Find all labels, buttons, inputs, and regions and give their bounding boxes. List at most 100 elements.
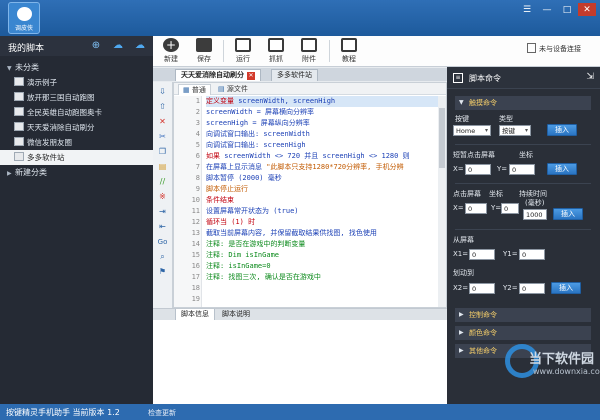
tab-source-view[interactable]: ▤ 源文件 (214, 84, 252, 95)
tap-y-label: Y= (497, 165, 508, 173)
line-number: 15 (191, 251, 200, 259)
code-line[interactable]: 注释: isInGame=0 (206, 261, 271, 272)
command-panel-header: ≡ 脚本命令 ⇲ (447, 67, 600, 89)
tree-item[interactable]: 放开那三国自动跑图 (0, 90, 153, 105)
code-line[interactable]: 注释: Dim isInGame (206, 250, 279, 261)
code-line[interactable]: screenHigh = 屏幕纵向分辨率 (206, 118, 310, 129)
tree-item[interactable]: 天天爱消除自动刷分 (0, 120, 153, 135)
code-line[interactable]: 脚本停止运行 (206, 184, 248, 195)
code-token: 在屏幕上显示消息 (206, 163, 267, 171)
insert-tap-button[interactable]: 插入 (547, 163, 577, 175)
copy-icon[interactable]: ❐ (157, 147, 169, 157)
section-control[interactable]: ▶ 控制命令 (455, 308, 591, 322)
type-select[interactable]: 按键 (499, 125, 531, 136)
code-line[interactable]: 脚本暂停 (2000) 毫秒 (206, 173, 282, 184)
tap-x-input[interactable]: 0 (465, 164, 491, 175)
close-button[interactable]: ✕ (578, 3, 596, 16)
code-line[interactable]: 条件结束 (206, 195, 234, 206)
tab-active-script[interactable]: 天天爱消除自动刷分 ✕ (175, 69, 261, 81)
swipe-y2-input[interactable]: 0 (519, 283, 545, 294)
comment-icon[interactable]: // (157, 177, 169, 187)
code-line[interactable]: 如果 screenWidth <> 720 并且 screenHigh <> 1… (206, 151, 410, 162)
tab-close-icon[interactable]: ✕ (247, 72, 255, 80)
tree-item[interactable]: 全民英雄自动跑图奥卡 (0, 105, 153, 120)
code-line[interactable]: screenWidth = 屏幕横向分辨率 (206, 107, 314, 118)
code-line[interactable]: 截取当前屏幕内容, 并保留截取结果供找图, 找色使用 (206, 228, 377, 239)
insert-press-button[interactable]: 插入 (553, 208, 583, 220)
hold-duration-input[interactable]: 1000 (523, 209, 547, 220)
tree-item-label: 放开那三国自动跑图 (27, 93, 95, 102)
script-file-icon (14, 107, 24, 116)
press-x-input[interactable]: 0 (465, 203, 487, 214)
tree-item-selected[interactable]: 多多软件站 (0, 150, 153, 165)
tree-item-label: 微信发朋友圈 (27, 138, 72, 147)
section-divider (455, 183, 591, 184)
device-connection-status[interactable]: 未与设备连接 (527, 43, 581, 54)
new-button[interactable]: + 新建 (158, 38, 184, 64)
new-label: 新建 (164, 55, 178, 63)
press-y-input[interactable]: 0 (501, 203, 519, 214)
bookmark-icon[interactable]: ⚑ (157, 267, 169, 277)
find-icon[interactable]: ⌕ (157, 252, 169, 262)
code-line[interactable]: 循环当 (1) 时 (206, 217, 255, 228)
code-token: screenWidth = 屏幕横向分辨率 (206, 108, 315, 116)
script-file-icon (14, 92, 24, 101)
outdent-icon[interactable]: ⇤ (157, 222, 169, 232)
attachment-button[interactable]: 附件 (296, 38, 322, 64)
script-file-icon (14, 77, 24, 86)
tab-script[interactable]: 多多软件站 (271, 69, 318, 81)
code-line[interactable]: 注释: 是否在游戏中的判断变量 (206, 239, 305, 250)
capture-button[interactable]: 抓抓 (263, 38, 289, 64)
tab-normal-view[interactable]: ▦ 普通 (178, 84, 211, 95)
cut-icon[interactable]: ✂ (157, 132, 169, 142)
press-coord-label: 坐标 (489, 190, 503, 198)
tree-item[interactable]: 演示例子 (0, 75, 153, 90)
save-button[interactable]: 保存 (191, 38, 217, 64)
script-file-icon (14, 137, 24, 146)
move-down-icon[interactable]: ⇩ (157, 87, 169, 97)
swipe-x2-input[interactable]: 0 (469, 283, 495, 294)
minimize-button[interactable]: — (538, 3, 556, 16)
code-line[interactable]: 注释: 找图三次, 确认是否在游戏中 (206, 272, 321, 283)
tutorial-button[interactable]: 教程 (336, 38, 362, 64)
capture-label: 抓抓 (269, 55, 283, 63)
scrollbar-thumb[interactable] (439, 108, 445, 168)
code-line[interactable]: 在屏幕上显示消息 "此脚本只支持1280*720分辨率, 手机分辨 (206, 162, 404, 173)
tree-group-new-category[interactable]: ▶ 新建分类 (0, 165, 153, 180)
section-touch[interactable]: ▼ 触摸命令 (455, 96, 591, 110)
tap-y-input[interactable]: 0 (509, 164, 535, 175)
code-line[interactable]: 定义变量 screenWidth, screenHigh (206, 96, 438, 107)
uncomment-icon[interactable]: ※ (157, 192, 169, 202)
move-up-icon[interactable]: ⇧ (157, 102, 169, 112)
pin-icon[interactable]: ⇲ (586, 72, 594, 82)
code-lines[interactable]: 定义变量 screenWidth, screenHigh screenWidth … (206, 96, 438, 307)
cloud-download-icon[interactable]: ☁ (133, 39, 147, 52)
editor-scrollbar[interactable] (438, 96, 446, 307)
tree-group-uncategorized[interactable]: ▼ 未分类 (0, 60, 153, 75)
run-button[interactable]: 运行 (230, 38, 256, 64)
code-editor[interactable]: ▦ 普通 ▤ 源文件 1 2 3 4 5 6 7 8 9 10 11 12 13 14 15 16 17 18 19… (173, 82, 447, 308)
cloud-upload-icon[interactable]: ☁ (111, 39, 125, 52)
code-token: "此脚本只支持1280*720分辨率, 手机分辨 (266, 163, 404, 171)
code-line[interactable]: 向调试窗口输出: screenWidth (206, 129, 310, 140)
line-number: 19 (191, 295, 200, 303)
goto-icon[interactable]: Go (157, 237, 169, 247)
check-update-link[interactable]: 检查更新 (148, 408, 176, 418)
swipe-y1-input[interactable]: 0 (519, 249, 545, 260)
maximize-button[interactable]: □ (558, 3, 576, 16)
tree-item[interactable]: 微信发朋友圈 (0, 135, 153, 150)
menu-button[interactable]: ☰ (518, 3, 536, 16)
line-number: 18 (191, 284, 200, 292)
delete-icon[interactable]: ✕ (157, 117, 169, 127)
code-line[interactable]: 设置屏幕常开状态为 (true) (206, 206, 299, 217)
indent-icon[interactable]: ⇥ (157, 207, 169, 217)
insert-swipe-button[interactable]: 插入 (551, 282, 581, 294)
line-number: 16 (191, 262, 200, 270)
insert-key-button[interactable]: 插入 (547, 124, 577, 136)
add-folder-icon[interactable]: ⊕ (89, 39, 103, 52)
swipe-x1-input[interactable]: 0 (469, 249, 495, 260)
key-select[interactable]: Home (453, 125, 491, 136)
code-line[interactable]: 向调试窗口输出: screenHigh (206, 140, 306, 151)
paste-icon[interactable]: ▤ (157, 162, 169, 172)
section-arrow-icon: ▼ (459, 99, 464, 106)
